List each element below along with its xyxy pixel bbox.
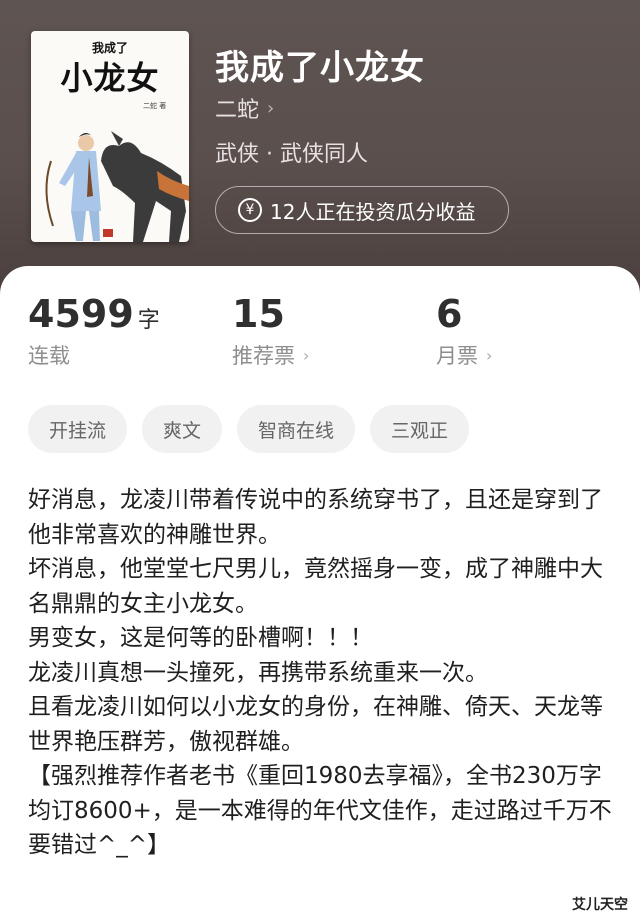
yen-coin-icon: ¥: [238, 198, 262, 222]
author-link[interactable]: 二蛇 ›: [215, 92, 274, 124]
description-paragraph: 坏消息，他堂堂七尺男儿，竟然摇身一变，成了神雕中大名鼎鼎的女主小龙女。: [28, 556, 603, 617]
description-paragraph: 好消息，龙凌川带着传说中的系统穿书了，且还是穿到了他非常喜欢的神雕世界。: [28, 487, 603, 548]
chevron-right-icon: ›: [303, 345, 310, 365]
recommend-votes-label: 推荐票: [232, 344, 295, 368]
invest-text: 12人正在投资瓜分收益: [270, 199, 476, 224]
stat-word-count: 4599 字 连载: [28, 292, 160, 370]
tag-list: 开挂流 爽文 智商在线 三观正: [28, 405, 470, 453]
cover-illustration: [45, 131, 189, 242]
tag-chip[interactable]: 智商在线: [237, 405, 356, 453]
serial-status-label: 连载: [28, 344, 70, 368]
book-description: 好消息，龙凌川带着传说中的系统穿书了，且还是穿到了他非常喜欢的神雕世界。 坏消息…: [28, 483, 612, 863]
tag-chip[interactable]: 开挂流: [28, 405, 128, 453]
description-paragraph: 龙凌川真想一头撞死，再携带系统重来一次。: [28, 659, 488, 686]
genre-label[interactable]: 武侠 · 武侠同人: [215, 136, 368, 168]
invest-button[interactable]: ¥ 12人正在投资瓜分收益: [215, 186, 509, 234]
description-paragraph: 男变女，这是何等的卧槽啊！！！: [28, 625, 373, 651]
tag-chip[interactable]: 爽文: [142, 405, 223, 453]
book-cover[interactable]: 我成了 小龙女 二蛇 著: [31, 31, 189, 242]
chevron-right-icon: ›: [267, 97, 275, 119]
word-count-unit: 字: [137, 308, 160, 333]
description-paragraph: 且看龙凌川如何以小龙女的身份，在神雕、倚天、天龙等世界艳压群芳，傲视群雄。: [28, 694, 603, 755]
stat-recommend-votes[interactable]: 15 推荐票 ›: [232, 292, 309, 370]
watermark: 艾儿天空: [568, 894, 632, 914]
chevron-right-icon: ›: [486, 345, 493, 365]
recommend-votes-value: 15: [232, 292, 285, 336]
author-name: 二蛇: [215, 98, 260, 123]
word-count-value: 4599: [28, 292, 134, 336]
tag-chip[interactable]: 三观正: [370, 405, 470, 453]
monthly-votes-value: 6: [436, 292, 463, 336]
stat-monthly-votes[interactable]: 6 月票 ›: [436, 292, 492, 370]
description-paragraph: 【强烈推荐作者老书《重回1980去享福》，全书230万字均订8600+，是一本难…: [28, 763, 612, 858]
monthly-votes-label: 月票: [436, 344, 478, 368]
book-title: 我成了小龙女: [215, 48, 425, 88]
